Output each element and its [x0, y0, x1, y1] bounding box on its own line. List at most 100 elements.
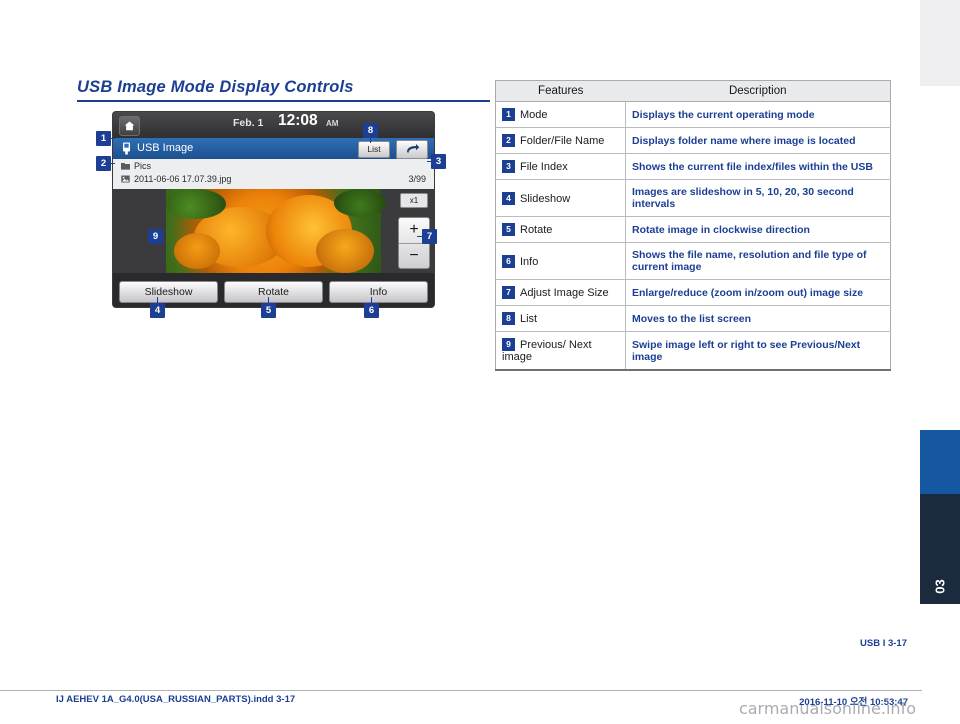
file-index: 3/99	[408, 174, 426, 184]
table-header-row: Features Description	[495, 80, 891, 102]
image-file-icon	[121, 175, 130, 183]
feature-cell: 1 Mode	[495, 101, 626, 128]
feature-number: 6	[502, 254, 515, 268]
table-row: 6 Info Shows the file name, resolution and…	[495, 242, 891, 280]
callout-8: 8	[363, 123, 378, 138]
callout-3: 3	[431, 154, 446, 169]
callout-2: 2	[96, 156, 111, 171]
edge-grey-block	[920, 0, 960, 86]
callout-1: 1	[96, 131, 111, 146]
feature-cell: 7 Adjust Image Size	[495, 279, 626, 306]
features-table: Features Description 1 Mode Displays the c…	[495, 80, 891, 371]
footer-filename: IJ AEHEV 1A_G4.0(USA_RUSSIAN_PARTS).indd…	[56, 694, 296, 705]
rotate-button[interactable]: Rotate	[224, 281, 323, 303]
file-name: 2011-06-06 17.07.39.jpg	[134, 174, 232, 184]
folder-name: Pics	[134, 161, 152, 171]
callout-7: 7	[422, 229, 437, 244]
usb-icon	[123, 142, 130, 155]
mode-title: USB Image	[137, 142, 194, 154]
mode-bar: USB Image List	[113, 138, 434, 160]
table-body: 1 Mode Displays the current operating mode…	[495, 101, 891, 371]
description-cell: Displays the current operating mode	[625, 101, 891, 128]
edge-blue-block	[920, 430, 960, 494]
path-bar: Pics 2011-06-06 17.07.39.jpg 3/99	[113, 159, 434, 190]
callout-line-1	[111, 138, 115, 139]
feature-number: 2	[502, 134, 515, 147]
column-header-features: Features	[495, 80, 626, 102]
feature-number: 5	[502, 223, 515, 236]
feature-label: Info	[520, 255, 539, 268]
callout-6: 6	[364, 303, 379, 318]
table-row: 1 Mode Displays the current operating mode	[495, 101, 891, 128]
status-ampm: AM	[326, 119, 339, 128]
feature-cell: 9 Previous/ Next image	[495, 331, 626, 371]
feature-number: 7	[502, 286, 515, 299]
feature-label: Adjust Image Size	[520, 287, 609, 299]
description-cell: Images are slideshow in 5, 10, 20, 30 se…	[625, 179, 891, 217]
feature-label: File Index	[520, 161, 568, 173]
callout-4: 4	[150, 303, 165, 318]
feature-label: List	[520, 313, 538, 325]
status-date: Feb. 1	[233, 117, 264, 129]
feature-number: 8	[502, 312, 515, 325]
page-edge-column: 03	[920, 0, 960, 724]
footer-divider	[0, 690, 922, 691]
list-button[interactable]: List	[358, 141, 390, 158]
feature-cell: 8 List	[495, 305, 626, 332]
description-cell: Swipe image left or right to see Previou…	[625, 331, 891, 371]
description-cell: Displays folder name where image is loca…	[625, 127, 891, 154]
feature-cell: 6 Info	[495, 242, 626, 280]
callout-line-4	[157, 297, 158, 304]
home-icon[interactable]	[119, 116, 140, 136]
folder-row: Pics	[121, 161, 151, 171]
callout-line-5	[268, 297, 269, 304]
callout-line-2	[111, 163, 115, 164]
description-cell: Enlarge/reduce (zoom in/zoom out) image …	[625, 279, 891, 306]
feature-number: 4	[502, 191, 515, 205]
status-bar: Feb. 1 12:08 AM	[113, 112, 434, 138]
table-row: 7 Adjust Image Size Enlarge/reduce (zoom i…	[495, 279, 891, 306]
device-screenshot: Feb. 1 12:08 AM USB Image List Pics 2011…	[113, 112, 434, 307]
feature-number: 9	[502, 338, 515, 351]
heading-divider	[77, 100, 490, 102]
folder-icon	[121, 163, 130, 170]
edge-chapter-tab: 03	[920, 494, 960, 604]
feature-label: Mode	[520, 109, 548, 121]
feature-number: 1	[502, 108, 515, 121]
description-cell: Rotate image in clockwise direction	[625, 216, 891, 243]
table-row: 8 List Moves to the list screen	[495, 305, 891, 332]
status-time: 12:08	[278, 112, 318, 129]
watermark: carmanualsonline.info	[738, 699, 916, 718]
description-cell: Shows the current file index/files withi…	[625, 153, 891, 180]
page-number: USB I 3-17	[860, 638, 907, 649]
feature-cell: 2 Folder/File Name	[495, 127, 626, 154]
photo	[166, 189, 386, 273]
feature-number: 3	[502, 160, 515, 173]
page-title: USB Image Mode Display Controls	[77, 78, 354, 96]
info-button[interactable]: Info	[329, 281, 428, 303]
feature-label: Rotate	[520, 224, 553, 236]
table-row: 5 Rotate Rotate image in clockwise directi…	[495, 216, 891, 243]
feature-cell: 3 File Index	[495, 153, 626, 180]
feature-cell: 4 Slideshow	[495, 179, 626, 217]
callout-9: 9	[148, 229, 163, 244]
table-row: 3 File Index Shows the current file index/…	[495, 153, 891, 180]
feature-label: Folder/File Name	[520, 135, 605, 147]
column-header-description: Description	[625, 80, 891, 102]
back-icon[interactable]	[396, 140, 428, 159]
description-cell: Moves to the list screen	[625, 305, 891, 332]
chapter-number: 03	[932, 579, 948, 594]
callout-line-6	[371, 297, 372, 304]
callout-5: 5	[261, 303, 276, 318]
slideshow-button[interactable]: Slideshow	[119, 281, 218, 303]
zoom-level-label: x1	[400, 193, 428, 208]
description-cell: Shows the file name, resolution and file…	[625, 242, 891, 280]
feature-label: Slideshow	[520, 192, 571, 205]
callout-line-7	[417, 236, 423, 237]
feature-label: Previous/ Next image	[502, 339, 592, 363]
file-row: 2011-06-06 17.07.39.jpg	[121, 174, 231, 184]
table-row: 9 Previous/ Next image Swipe image left or…	[495, 331, 891, 371]
table-row: 2 Folder/File Name Displays folder name wh…	[495, 127, 891, 154]
callout-line-3	[427, 161, 432, 162]
zoom-out-button[interactable]: −	[399, 243, 429, 268]
